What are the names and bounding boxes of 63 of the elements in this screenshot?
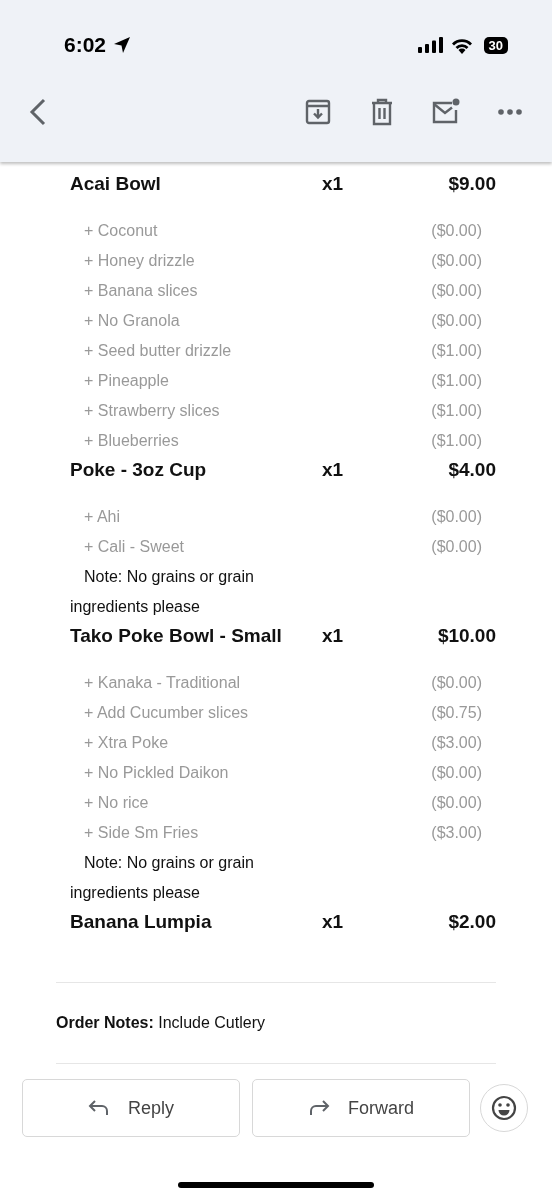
order-notes: Order Notes: Include Cutlery <box>56 1013 266 1033</box>
item-note: Note: No grains or grain ingredients please <box>70 567 255 617</box>
item-quantity: x1 <box>322 910 345 934</box>
action-button[interactable]: Forward <box>252 1079 470 1137</box>
more-icon <box>497 108 523 116</box>
emoji-reaction-button[interactable] <box>480 1084 528 1132</box>
modifier-name: + Strawberry slices <box>84 401 220 421</box>
modifier-name: + Coconut <box>84 221 158 241</box>
modifier-name: + Blueberries <box>84 431 179 451</box>
modifier-price: ($3.00) <box>431 733 482 753</box>
modifier-name: + No rice <box>84 793 149 813</box>
trash-icon <box>369 98 395 126</box>
envelope-dot-icon <box>431 98 461 126</box>
modifier-price: ($1.00) <box>431 431 482 451</box>
modifier-price: ($0.00) <box>431 221 482 241</box>
modifier-name: + Kanaka - Traditional <box>84 673 241 693</box>
item-quantity: x1 <box>322 172 345 196</box>
modifier-price: ($0.00) <box>431 281 482 301</box>
item-price: $4.00 <box>447 458 496 482</box>
modifier-name: + Xtra Poke <box>84 733 169 753</box>
item-quantity: x1 <box>322 458 345 482</box>
item-price: $2.00 <box>447 910 496 934</box>
modifier-price: ($0.00) <box>431 507 482 527</box>
modifier-name: + Ahi <box>84 507 121 527</box>
modifier-name: + No Granola <box>84 311 180 331</box>
modifier-name: + Pineapple <box>84 371 169 391</box>
reply-arrow-icon <box>88 1099 110 1117</box>
item-price: $10.00 <box>436 624 496 648</box>
modifier-name: + Banana slices <box>84 281 198 301</box>
modifier-name: + Seed butter drizzle <box>84 341 232 361</box>
modifier-price: ($0.00) <box>431 763 482 783</box>
modifier-price: ($0.00) <box>431 537 482 557</box>
forward-arrow-icon <box>308 1099 330 1117</box>
signal-icon <box>417 37 444 53</box>
modifier-price: ($0.00) <box>431 793 482 813</box>
item-name: Banana Lumpia <box>70 910 213 934</box>
item-name: Acai Bowl <box>70 172 162 196</box>
item-name: Tako Poke Bowl - Small <box>70 624 283 648</box>
action-button[interactable]: Reply <box>22 1079 240 1137</box>
status-time: 6:02 <box>64 33 107 57</box>
modifier-price: ($3.00) <box>431 823 482 843</box>
modifier-price: ($0.00) <box>431 673 482 693</box>
item-note: Note: No grains or grain ingredients please <box>70 853 255 903</box>
smiley-icon <box>491 1095 517 1121</box>
modifier-price: ($1.00) <box>431 401 482 421</box>
modifier-price: ($0.75) <box>431 703 482 723</box>
modifier-price: ($0.00) <box>431 251 482 271</box>
modifier-name: + No Pickled Daikon <box>84 763 229 783</box>
item-quantity: x1 <box>322 624 345 648</box>
modifier-name: + Cali - Sweet <box>84 537 185 557</box>
modifier-price: ($0.00) <box>431 311 482 331</box>
archive-icon <box>304 98 332 126</box>
item-name: Poke - 3oz Cup <box>70 458 208 482</box>
modifier-price: ($1.00) <box>431 341 482 361</box>
modifier-name: + Honey drizzle <box>84 251 195 271</box>
battery-indicator: 30 <box>483 36 508 54</box>
item-price: $9.00 <box>447 172 496 196</box>
wifi-icon <box>449 36 474 54</box>
modifier-price: ($1.00) <box>431 371 482 391</box>
modifier-name: + Add Cucumber slices <box>84 703 249 723</box>
location-arrow-icon <box>112 35 133 55</box>
modifier-name: + Side Sm Fries <box>84 823 199 843</box>
back-chevron-icon <box>28 97 48 127</box>
